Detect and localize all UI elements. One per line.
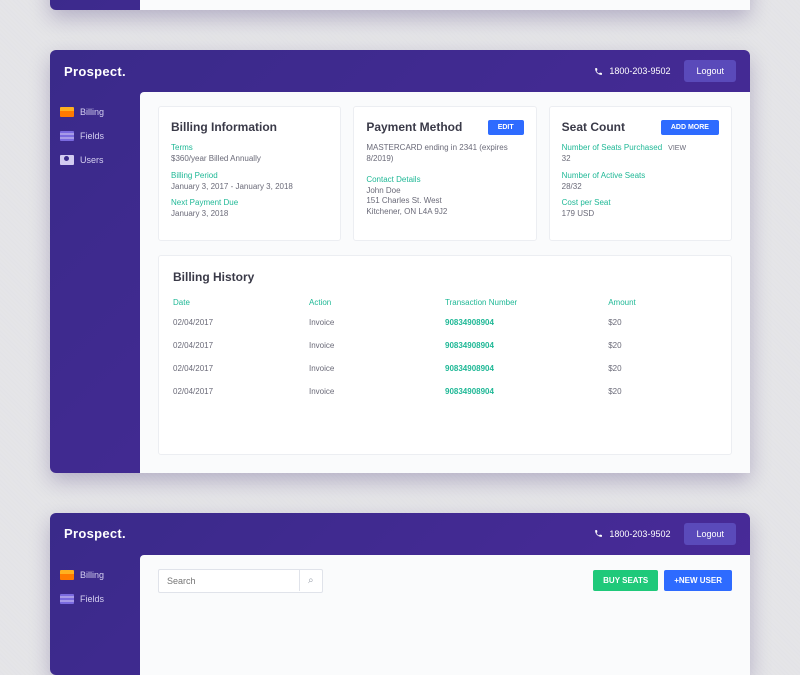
search-input[interactable]: [159, 570, 299, 592]
brand: Prospect.: [64, 64, 126, 79]
phone-icon: [594, 529, 603, 538]
payment-method-card: Payment Method Edit MASTERCARD ending in…: [353, 106, 536, 241]
app-panel-top: +Field Prospect: [50, 0, 750, 10]
card-icon: [60, 570, 74, 580]
history-table: Date Action Transaction Number Amount 02…: [173, 294, 717, 403]
search-icon[interactable]: ⌕: [299, 570, 322, 591]
sidebar-item-fields[interactable]: Fields: [58, 589, 140, 609]
new-user-button[interactable]: +New User: [664, 570, 732, 591]
sidebar-item-fields[interactable]: Fields: [58, 126, 140, 146]
list-icon: [60, 594, 74, 604]
sidebar-item-billing[interactable]: Billing: [58, 102, 140, 122]
sidebar-item-label: Fields: [80, 131, 104, 141]
table-row: 02/04/2017Invoice90834908904$20: [173, 380, 717, 403]
list-icon: [60, 131, 74, 141]
add-seats-button[interactable]: Add More: [661, 120, 719, 135]
buy-seats-button[interactable]: Buy Seats: [593, 570, 658, 591]
sidebar-item-label: Fields: [80, 594, 104, 604]
sidebar-item-label: Users: [80, 155, 104, 165]
app-panel-billing: Prospect. 1800-203-9502 Logout Billing F…: [50, 50, 750, 473]
view-link[interactable]: view: [668, 145, 686, 152]
sidebar-item-label: Billing: [80, 107, 104, 117]
table-row: 02/04/2017Invoice90834908904$20: [173, 357, 717, 380]
content: ⌕ Buy Seats +New User: [140, 555, 750, 675]
support-phone: 1800-203-9502: [594, 66, 670, 76]
table-row: 02/04/2017Invoice90834908904$20: [173, 311, 717, 334]
search-box: ⌕: [158, 569, 323, 593]
app-panel-users: Prospect. 1800-203-9502 Logout Billing F…: [50, 513, 750, 675]
table-row: 02/04/2017Invoice90834908904$20: [173, 334, 717, 357]
support-phone: 1800-203-9502: [594, 529, 670, 539]
billing-history: Billing History Date Action Transaction …: [158, 255, 732, 455]
sidebar-item-users[interactable]: Users: [58, 150, 140, 170]
user-icon: [60, 155, 74, 165]
card-title: Billing Information: [171, 119, 277, 135]
sidebar-item-label: Billing: [80, 570, 104, 580]
card-icon: [60, 107, 74, 117]
card-title: Payment Method: [366, 119, 462, 135]
billing-info-card: Billing Information Terms $360/year Bill…: [158, 106, 341, 241]
sidebar: Billing Fields: [50, 555, 140, 675]
logout-button[interactable]: Logout: [684, 60, 736, 82]
brand: Prospect.: [64, 526, 126, 541]
history-title: Billing History: [173, 270, 717, 284]
topbar: Prospect. 1800-203-9502 Logout: [50, 513, 750, 555]
phone-icon: [594, 67, 603, 76]
edit-payment-button[interactable]: Edit: [488, 120, 524, 135]
sidebar: Billing Fields Users: [50, 92, 140, 473]
topbar: Prospect. 1800-203-9502 Logout: [50, 50, 750, 92]
card-title: Seat Count: [562, 119, 625, 135]
sidebar-item-billing[interactable]: Billing: [58, 565, 140, 585]
content: Billing Information Terms $360/year Bill…: [140, 92, 750, 473]
logout-button[interactable]: Logout: [684, 523, 736, 545]
seat-count-card: Seat Count Add More Number of Seats Purc…: [549, 106, 732, 241]
